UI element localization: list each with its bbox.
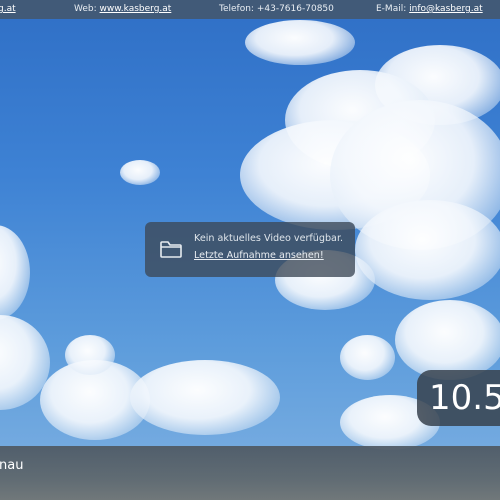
temperature-value: 10.5 xyxy=(429,378,500,418)
phone-label: Telefon: xyxy=(219,4,254,14)
email-info: E-Mail: info@kasberg.at xyxy=(376,0,483,19)
phone-info: Telefon: +43-7616-70850 xyxy=(219,0,334,19)
location-name: renau xyxy=(0,458,24,473)
folder-icon xyxy=(159,239,183,259)
email-partial-text[interactable]: g.at xyxy=(0,4,16,14)
phone-value: +43-7616-70850 xyxy=(256,4,334,14)
email-partial-link[interactable]: g.at xyxy=(0,0,16,19)
email-link[interactable]: info@kasberg.at xyxy=(409,4,483,14)
last-recording-link[interactable]: Letzte Aufnahme ansehen! xyxy=(194,250,324,261)
web-label: Web: xyxy=(74,4,97,14)
temperature-badge: 10.5 xyxy=(417,370,500,426)
no-video-message: Kein aktuelles Video verfügbar. Letzte A… xyxy=(145,222,355,277)
web-info: Web: www.kasberg.at xyxy=(74,0,171,19)
web-link[interactable]: www.kasberg.at xyxy=(100,4,172,14)
email-label: E-Mail: xyxy=(376,4,407,14)
no-video-text: Kein aktuelles Video verfügbar. xyxy=(194,233,344,244)
location-bar: renau xyxy=(0,446,500,500)
contact-info-bar: g.at Web: www.kasberg.at Telefon: +43-76… xyxy=(0,0,500,19)
